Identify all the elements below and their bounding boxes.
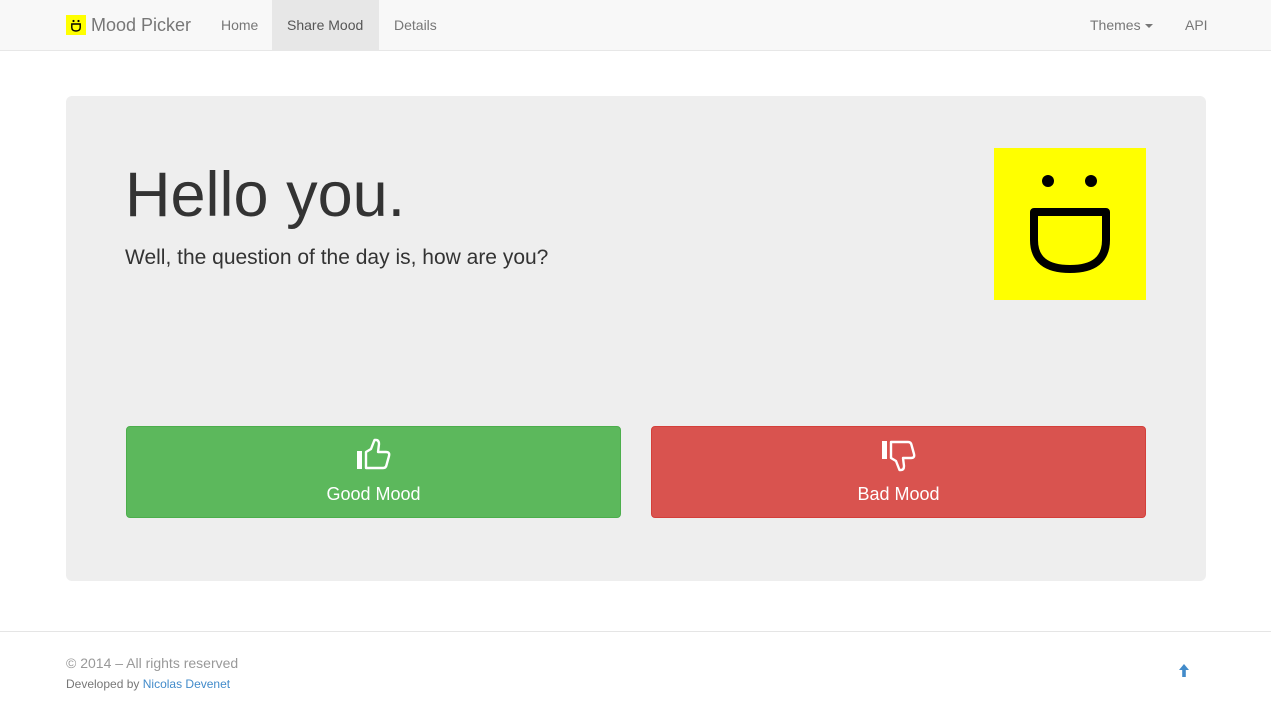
nav-details[interactable]: Details [379,0,452,50]
arrow-up-icon[interactable] [1176,662,1192,680]
good-mood-button[interactable]: Good Mood [126,426,621,518]
smiley-face-icon [994,148,1146,300]
copyright-text: © 2014 – All rights reserved [66,655,239,671]
nav-home[interactable]: Home [206,0,273,50]
bad-mood-button[interactable]: Bad Mood [651,426,1146,518]
nav-api[interactable]: API [1170,0,1223,50]
developer-link[interactable]: Nicolas Devenet [143,677,230,691]
page-title: Hello you. [125,160,406,230]
footer: © 2014 – All rights reserved Developed b… [0,631,1271,727]
developed-prefix: Developed by [66,677,140,691]
smiley-logo-icon [66,15,86,35]
thumbs-up-icon [355,437,393,478]
thumbs-down-icon [880,437,918,478]
brand-link[interactable]: Mood Picker [66,0,191,50]
jumbotron: Hello you. Well, the question of the day… [66,96,1206,581]
bad-mood-label: Bad Mood [857,484,940,504]
developed-by: Developed by Nicolas Devenet [66,677,230,691]
page-subtitle: Well, the question of the day is, how ar… [125,246,549,269]
caret-down-icon [1144,24,1153,29]
good-mood-label: Good Mood [326,484,421,504]
nav-share-mood[interactable]: Share Mood [272,0,379,50]
navbar: Mood Picker Home Share Mood Details Them… [0,0,1271,51]
brand-name: Mood Picker [91,14,192,35]
nav-themes-label: Themes [1090,17,1141,33]
nav-themes-dropdown[interactable]: Themes [1075,0,1168,50]
